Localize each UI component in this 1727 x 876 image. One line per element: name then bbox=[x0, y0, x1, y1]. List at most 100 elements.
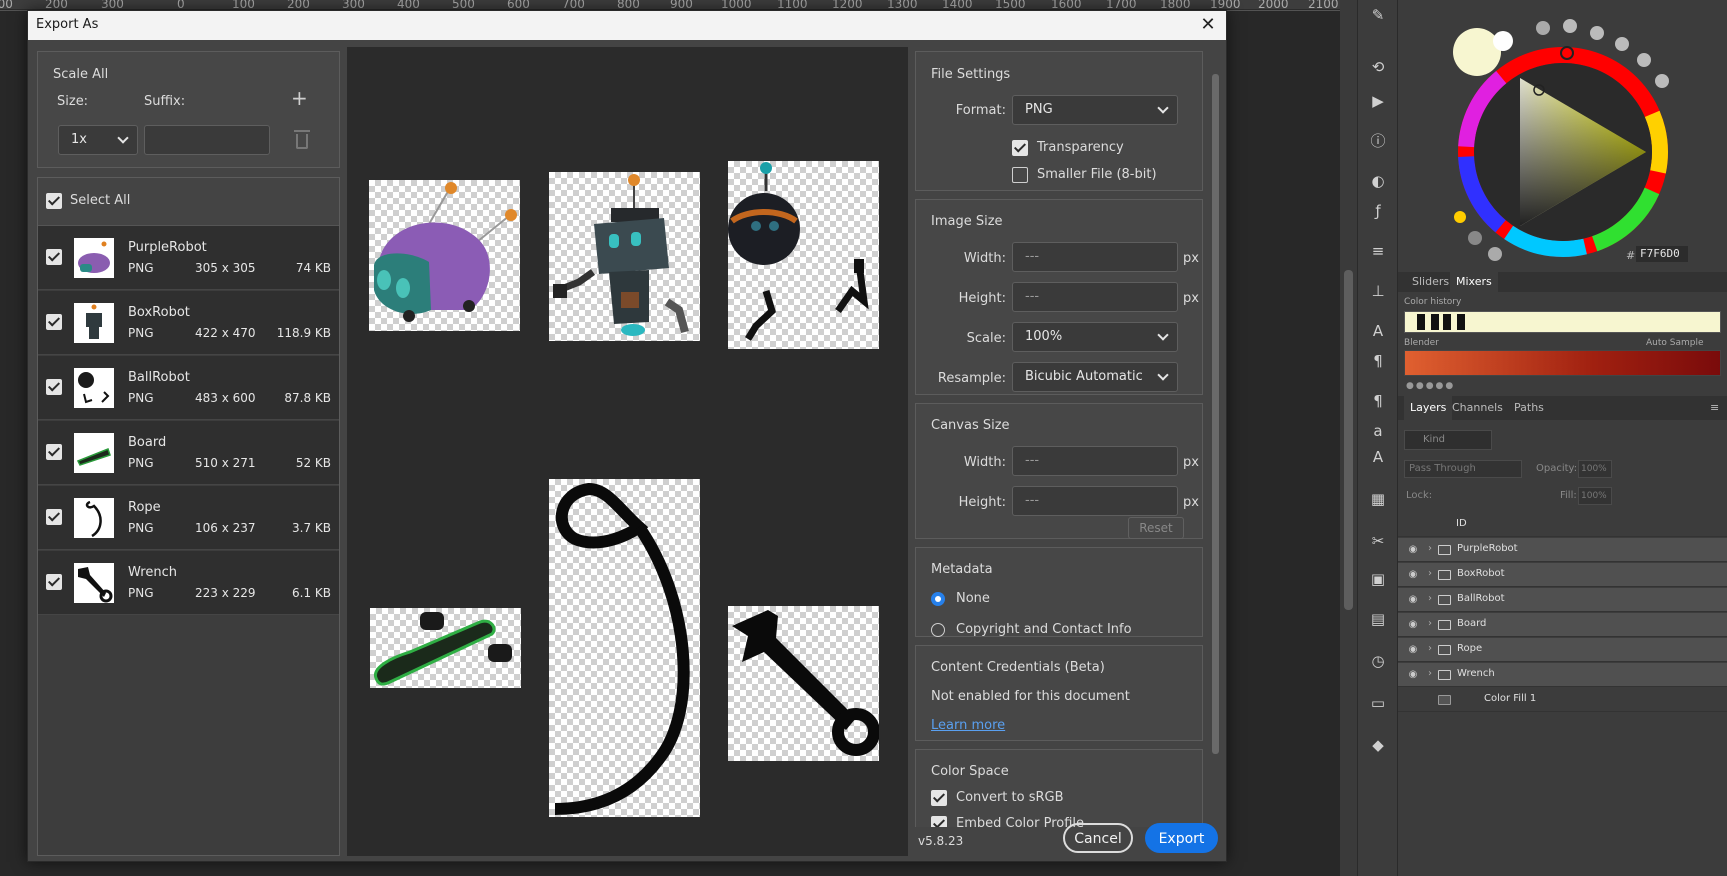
blender-strip[interactable] bbox=[1404, 350, 1721, 376]
asset-checkbox[interactable] bbox=[46, 379, 62, 395]
fx-icon[interactable]: ƒ bbox=[1367, 200, 1389, 222]
info-icon[interactable]: ⓘ bbox=[1367, 130, 1389, 152]
select-all-checkbox[interactable] bbox=[46, 193, 62, 209]
layer-row-id[interactable]: ID bbox=[1398, 513, 1727, 537]
chevron-right-icon[interactable]: › bbox=[1428, 668, 1432, 679]
character-styles-icon[interactable]: a bbox=[1367, 420, 1389, 442]
layer-row[interactable]: ◉ › BoxRobot bbox=[1398, 563, 1727, 587]
tab-paths[interactable]: Paths bbox=[1508, 396, 1550, 420]
plugins-icon[interactable]: ◆ bbox=[1367, 734, 1389, 756]
scrollbar-thumb[interactable] bbox=[1344, 270, 1353, 610]
eye-icon[interactable]: ◉ bbox=[1406, 594, 1420, 606]
list-item[interactable]: Wrench PNG 223 x 229 6.1 KB bbox=[38, 551, 339, 615]
color-wheel[interactable] bbox=[1398, 0, 1727, 270]
glyphs-icon[interactable]: A bbox=[1367, 446, 1389, 468]
color-history-strip[interactable] bbox=[1404, 311, 1721, 333]
preview-ball-robot[interactable] bbox=[728, 161, 879, 349]
eye-icon[interactable]: ◉ bbox=[1406, 619, 1420, 631]
tab-sliders[interactable]: Sliders bbox=[1406, 272, 1455, 292]
comments-icon[interactable]: ▭ bbox=[1367, 692, 1389, 714]
paragraph-styles-icon[interactable]: ¶ bbox=[1367, 390, 1389, 412]
gradients-icon[interactable]: ▤ bbox=[1367, 608, 1389, 630]
tab-channels[interactable]: Channels bbox=[1446, 396, 1509, 420]
preview-board[interactable] bbox=[370, 608, 521, 688]
preview-box-robot[interactable] bbox=[549, 172, 700, 341]
pagination-dots[interactable]: ●●●●● bbox=[1406, 381, 1455, 391]
preview-rope[interactable] bbox=[549, 479, 700, 817]
chevron-right-icon[interactable]: › bbox=[1428, 543, 1432, 554]
history-brush-icon[interactable]: ⟲ bbox=[1367, 56, 1389, 78]
canvas-width-input[interactable]: --- bbox=[1012, 446, 1178, 476]
resample-dropdown[interactable]: Bicubic Automatic bbox=[1012, 362, 1178, 392]
asset-checkbox[interactable] bbox=[46, 314, 62, 330]
asset-checkbox[interactable] bbox=[46, 444, 62, 460]
add-icon[interactable]: + bbox=[291, 86, 308, 110]
adjustments-icon[interactable]: ◐ bbox=[1367, 170, 1389, 192]
eye-icon[interactable]: ◉ bbox=[1406, 544, 1420, 556]
dialog-titlebar[interactable]: Export As ✕ bbox=[28, 11, 1226, 40]
metadata-none-radio[interactable] bbox=[931, 592, 945, 606]
size-dropdown[interactable]: 1x bbox=[58, 125, 138, 155]
learn-more-link[interactable]: Learn more bbox=[931, 718, 1005, 733]
stamp-icon[interactable]: ⊥ bbox=[1367, 280, 1389, 302]
metadata-copyright-radio[interactable] bbox=[931, 623, 945, 637]
layer-row[interactable]: ◉ › Wrench bbox=[1398, 663, 1727, 687]
eye-icon[interactable]: ◉ bbox=[1406, 669, 1420, 681]
play-action-icon[interactable]: ▶ bbox=[1367, 90, 1389, 112]
trash-icon[interactable] bbox=[294, 130, 310, 149]
eye-icon[interactable]: ◉ bbox=[1406, 644, 1420, 656]
tab-mixers[interactable]: Mixers bbox=[1450, 272, 1498, 292]
preview-purple-robot[interactable] bbox=[369, 180, 520, 331]
properties-icon[interactable]: ≡ bbox=[1367, 240, 1389, 262]
fill-input[interactable]: 100% bbox=[1578, 487, 1612, 505]
format-dropdown[interactable]: PNG bbox=[1012, 95, 1178, 125]
list-item[interactable]: BoxRobot PNG 422 x 470 118.9 KB bbox=[38, 291, 339, 355]
select-all-row[interactable]: Select All bbox=[38, 178, 339, 226]
asset-checkbox[interactable] bbox=[46, 574, 62, 590]
hex-value-input[interactable]: F7F6D0 bbox=[1636, 246, 1688, 262]
brush-icon[interactable]: ✎ bbox=[1367, 4, 1389, 26]
reset-button[interactable]: Reset bbox=[1128, 517, 1184, 539]
list-item[interactable]: PurpleRobot PNG 305 x 305 74 KB bbox=[38, 226, 339, 290]
layer-row[interactable]: ◉ › PurpleRobot bbox=[1398, 538, 1727, 562]
table-icon[interactable]: ▦ bbox=[1367, 488, 1389, 510]
chevron-right-icon[interactable]: › bbox=[1428, 593, 1432, 604]
layer-row[interactable]: ◉ › BallRobot bbox=[1398, 588, 1727, 612]
layer-row[interactable]: Color Fill 1 bbox=[1398, 688, 1727, 712]
blend-mode-dropdown[interactable]: Pass Through bbox=[1404, 460, 1522, 478]
settings-scrollbar[interactable] bbox=[1210, 62, 1221, 822]
close-icon[interactable]: ✕ bbox=[1196, 13, 1220, 37]
chevron-right-icon[interactable]: › bbox=[1428, 568, 1432, 579]
eye-icon[interactable]: ◉ bbox=[1406, 569, 1420, 581]
list-item[interactable]: BallRobot PNG 483 x 600 87.8 KB bbox=[38, 356, 339, 420]
libraries-icon[interactable]: ▣ bbox=[1367, 568, 1389, 590]
export-button[interactable]: Export bbox=[1145, 823, 1218, 853]
paragraph-icon[interactable]: ¶ bbox=[1367, 350, 1389, 372]
panel-menu-icon[interactable]: ≡ bbox=[1704, 396, 1725, 420]
opacity-input[interactable]: 100% bbox=[1578, 460, 1612, 478]
asset-checkbox[interactable] bbox=[46, 249, 62, 265]
suffix-input[interactable] bbox=[144, 125, 270, 155]
asset-checkbox[interactable] bbox=[46, 509, 62, 525]
history-icon[interactable]: ◷ bbox=[1367, 650, 1389, 672]
list-item[interactable]: Board PNG 510 x 271 52 KB bbox=[38, 421, 339, 485]
layer-row[interactable]: ◉ › Rope bbox=[1398, 638, 1727, 662]
canvas-vertical-scrollbar[interactable] bbox=[1340, 0, 1357, 876]
scale-dropdown[interactable]: 100% bbox=[1012, 322, 1178, 352]
transparency-checkbox[interactable] bbox=[1012, 140, 1028, 156]
scrollbar-thumb[interactable] bbox=[1212, 74, 1219, 754]
list-item[interactable]: Rope PNG 106 x 237 3.7 KB bbox=[38, 486, 339, 550]
cancel-button[interactable]: Cancel bbox=[1063, 823, 1133, 853]
tool-presets-icon[interactable]: ✂ bbox=[1367, 530, 1389, 552]
smaller-file-checkbox[interactable] bbox=[1012, 167, 1028, 183]
layer-row[interactable]: ◉ › Board bbox=[1398, 613, 1727, 637]
canvas-height-input[interactable]: --- bbox=[1012, 486, 1178, 516]
character-icon[interactable]: A bbox=[1367, 320, 1389, 342]
embed-profile-checkbox[interactable] bbox=[931, 816, 947, 827]
convert-srgb-checkbox[interactable] bbox=[931, 790, 947, 806]
layer-filter-dropdown[interactable]: Kind bbox=[1404, 430, 1492, 450]
image-width-input[interactable]: --- bbox=[1012, 242, 1178, 272]
image-height-input[interactable]: --- bbox=[1012, 282, 1178, 312]
chevron-right-icon[interactable]: › bbox=[1428, 643, 1432, 654]
chevron-right-icon[interactable]: › bbox=[1428, 618, 1432, 629]
